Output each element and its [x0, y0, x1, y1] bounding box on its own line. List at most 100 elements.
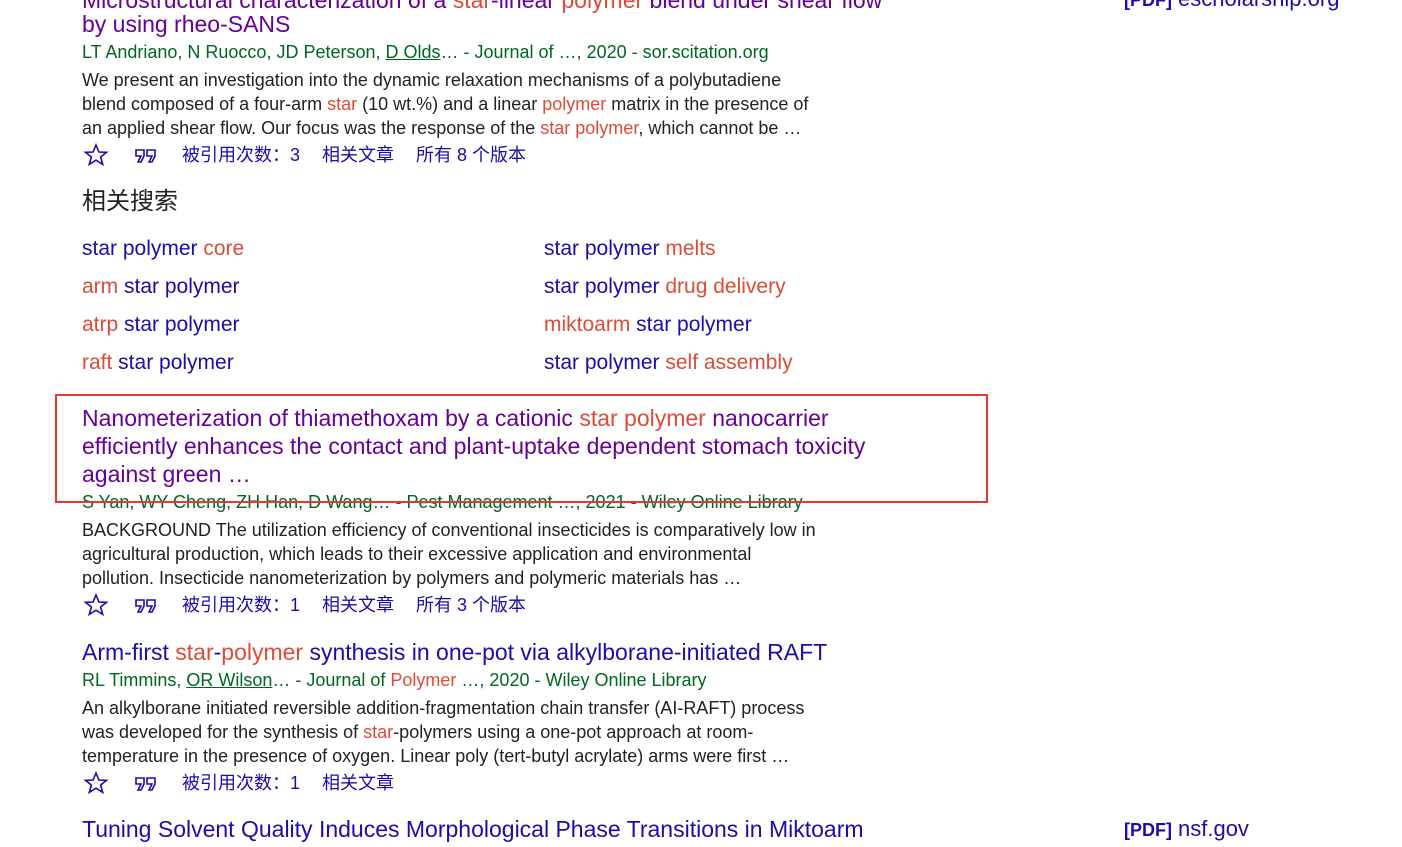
highlighted-term: star [175, 639, 214, 665]
snippet-line: was developed for the synthesis of star-… [82, 720, 804, 744]
highlighted-term: star polymer [579, 405, 706, 431]
text-segment: We present an investigation into the dyn… [82, 70, 782, 90]
text-segment: matrix in the presence of [606, 94, 809, 114]
result-1-source: … - Journal of …, 2020 - sor.scitation.o… [440, 42, 769, 62]
text-segment: star polymer [82, 237, 204, 260]
pdf-domain: nsf.gov [1178, 816, 1249, 841]
result-title-2-line2[interactable]: efficiently enhances the contact and pla… [82, 432, 865, 460]
related-search-link[interactable]: arm star polymer [82, 274, 244, 300]
pdf-tag: [PDF] [1124, 0, 1172, 10]
text-segment: -linear [491, 0, 562, 13]
text-segment: Nanometerization of thiamethoxam by a ca… [82, 405, 580, 431]
text-segment: star polymer [544, 275, 666, 298]
text-segment: -polymers using a one-pot approach at ro… [393, 722, 754, 742]
result-3-snippet: An alkylborane initiated reversible addi… [82, 696, 804, 768]
highlighted-term: star [327, 94, 358, 114]
text-segment: was developed for the synthesis of [82, 722, 364, 742]
text-segment: star polymer [118, 275, 240, 298]
author-link[interactable]: D Olds [386, 42, 441, 62]
star-outline-icon[interactable] [82, 770, 110, 795]
result-title-2[interactable]: Nanometerization of thiamethoxam by a ca… [82, 404, 829, 432]
related-search-link[interactable]: miktoarm star polymer [544, 312, 793, 338]
result-3-source-post: …, 2020 - Wiley Online Library [456, 670, 707, 690]
related-searches-heading: 相关搜索 [82, 188, 178, 215]
snippet-line: temperature in the presence of oxygen. L… [82, 744, 804, 768]
result-1-meta: LT Andriano, N Ruocco, JD Peterson, D Ol… [82, 40, 769, 64]
text-segment: temperature in the presence of oxygen. L… [82, 746, 790, 766]
quote-icon[interactable] [132, 771, 160, 795]
highlighted-term: miktoarm [544, 313, 631, 336]
pdf-tag: [PDF] [1124, 820, 1172, 840]
result-1-pdf-link[interactable]: [PDF] escholarship.org [1124, 0, 1339, 13]
related-search-link[interactable]: atrp star polymer [82, 312, 244, 338]
result-3-source-pre: … - Journal of [272, 670, 391, 690]
snippet-line: blend composed of a four-arm star (10 wt… [82, 92, 808, 116]
result-title-4[interactable]: Tuning Solvent Quality Induces Morpholog… [82, 815, 864, 843]
related-search-link[interactable]: star polymer drug delivery [544, 274, 793, 300]
quote-icon[interactable] [132, 593, 160, 617]
highlighted-term: drug delivery [665, 275, 786, 298]
text-segment: an applied shear flow. Our focus was the… [82, 118, 541, 138]
related-articles-link[interactable]: 相关文章 [322, 143, 394, 167]
result-3-authors: RL Timmins, [82, 670, 187, 690]
result-1-actions: 被引用次数：3 相关文章 所有 8 个版本 [82, 142, 548, 167]
highlighted-term: core [203, 237, 245, 260]
highlighted-term: star [452, 0, 492, 13]
star-outline-icon[interactable] [82, 142, 110, 167]
snippet-line: BACKGROUND The utilization efficiency of… [82, 520, 816, 540]
related-search-link[interactable]: raft star polymer [82, 350, 244, 376]
text-segment: , which cannot be … [638, 118, 802, 138]
text-segment: blend composed of a four-arm [82, 94, 328, 114]
result-3-source-hl: Polymer [390, 670, 457, 690]
highlighted-term: atrp [82, 313, 119, 336]
cited-by-link[interactable]: 被引用次数：3 [182, 143, 300, 167]
related-searches-left-column: star polymer core arm star polymer atrp … [82, 236, 244, 376]
related-articles-link[interactable]: 相关文章 [322, 593, 394, 617]
result-title-3[interactable]: Arm-first star-polymer synthesis in one-… [82, 638, 827, 666]
snippet-line: We present an investigation into the dyn… [82, 68, 808, 92]
scholar-results-page: Microstructural characterization of a st… [0, 0, 1402, 847]
text-segment: star polymer [544, 237, 666, 260]
related-search-link[interactable]: star polymer melts [544, 236, 793, 262]
quote-icon[interactable] [132, 143, 160, 167]
author-link[interactable]: OR Wilson [186, 670, 272, 690]
highlighted-term: polymer [542, 94, 607, 114]
pdf-domain: escholarship.org [1178, 0, 1339, 11]
related-articles-link[interactable]: 相关文章 [322, 771, 394, 795]
result-title-1-line2[interactable]: by using rheo-SANS [82, 10, 290, 38]
text-segment: blend under shear flow [643, 0, 883, 13]
related-searches-right-column: star polymer melts star polymer drug del… [544, 236, 793, 376]
text-segment: Arm-first [82, 639, 176, 665]
all-versions-link[interactable]: 所有 8 个版本 [416, 143, 526, 167]
highlighted-term: polymer [221, 639, 304, 665]
highlighted-term: raft [82, 351, 113, 374]
result-1-snippet: We present an investigation into the dyn… [82, 68, 808, 140]
highlighted-term: star polymer [540, 118, 639, 138]
snippet-line: An alkylborane initiated reversible addi… [82, 696, 804, 720]
related-search-link[interactable]: star polymer self assembly [544, 350, 793, 376]
text-segment: nanocarrier [705, 405, 829, 431]
result-2-snippet: BACKGROUND The utilization efficiency of… [82, 518, 816, 590]
highlighted-term: self assembly [665, 351, 793, 374]
text-segment: star polymer [118, 313, 240, 336]
text-segment: (10 wt.%) and a linear [357, 94, 543, 114]
snippet-line: pollution. Insecticide nanometerization … [82, 568, 742, 588]
text-segment: synthesis in one-pot via alkylborane-ini… [303, 639, 828, 665]
result-3-actions: 被引用次数：1 相关文章 [82, 770, 416, 795]
snippet-line: agricultural production, which leads to … [82, 544, 752, 564]
highlighted-term: melts [665, 237, 716, 260]
result-4-pdf-link[interactable]: [PDF] nsf.gov [1124, 816, 1249, 843]
star-outline-icon[interactable] [82, 592, 110, 617]
all-versions-link[interactable]: 所有 3 个版本 [416, 593, 526, 617]
cited-by-link[interactable]: 被引用次数：1 [182, 593, 300, 617]
text-segment: star polymer [112, 351, 234, 374]
highlighted-term: polymer [561, 0, 644, 13]
highlighted-term: star [363, 722, 394, 742]
result-2-meta: S Yan, WY Cheng, ZH Han, D Wang… - Pest … [82, 492, 803, 512]
text-segment: An alkylborane initiated reversible addi… [82, 698, 805, 718]
related-search-link[interactable]: star polymer core [82, 236, 244, 262]
snippet-line: an applied shear flow. Our focus was the… [82, 116, 808, 140]
cited-by-link[interactable]: 被引用次数：1 [182, 771, 300, 795]
result-title-2-line3[interactable]: against green … [82, 460, 251, 488]
text-segment: star polymer [630, 313, 752, 336]
